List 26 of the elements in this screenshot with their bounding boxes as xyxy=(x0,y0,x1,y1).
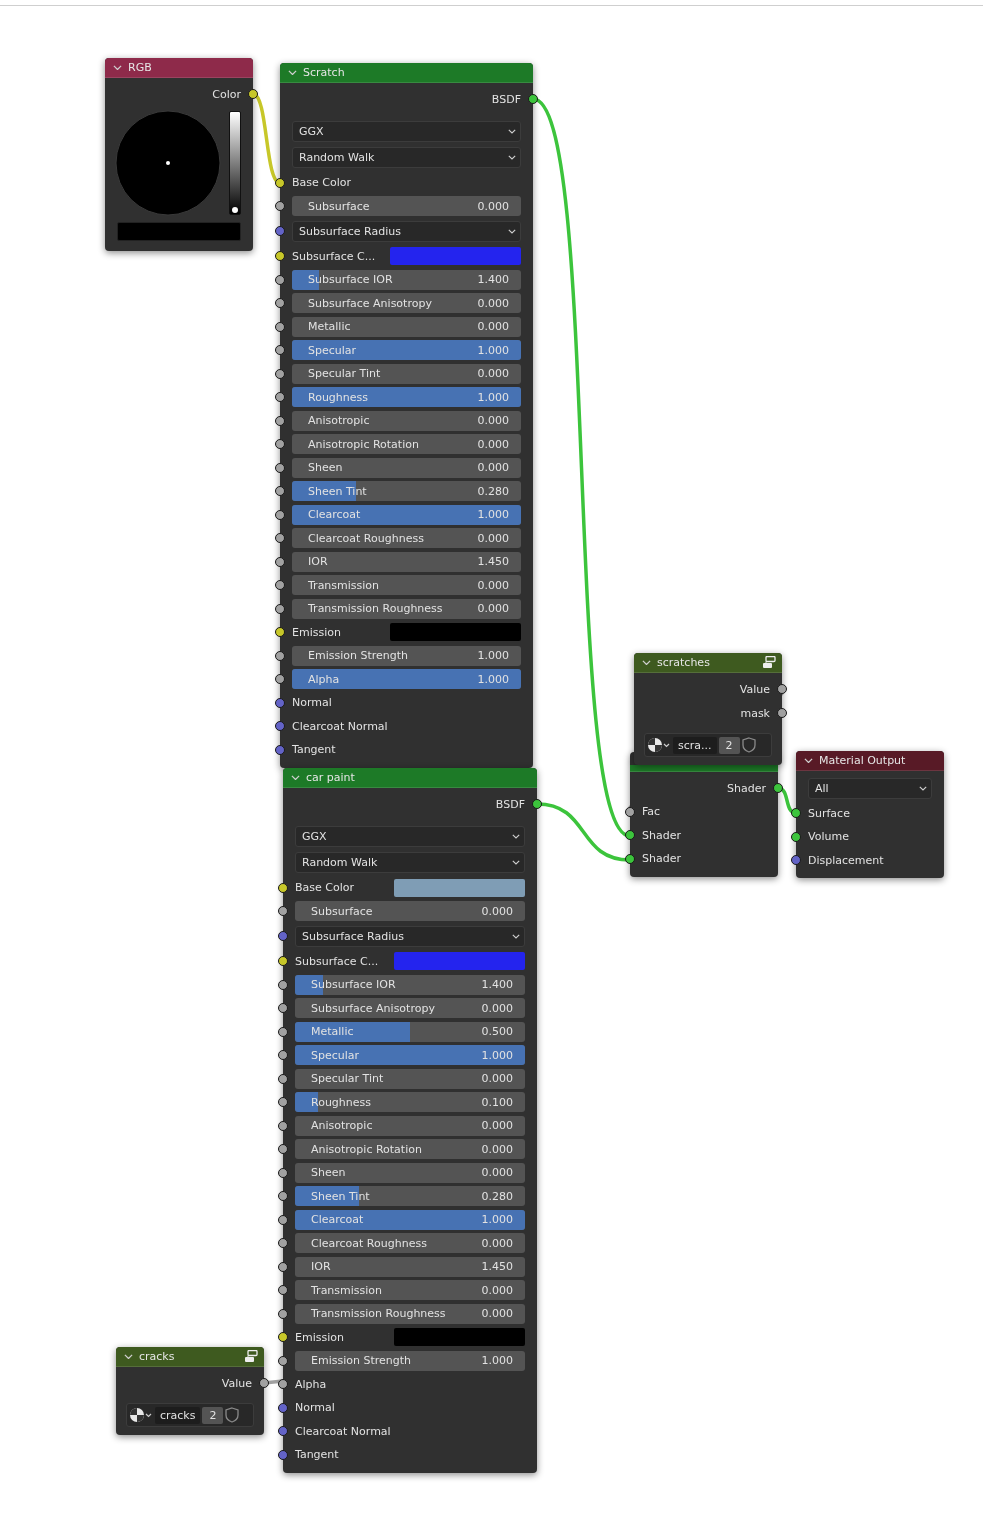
socket-label: Color xyxy=(212,87,241,101)
socket-label: Shader xyxy=(727,781,766,795)
socket-label: mask xyxy=(740,706,770,720)
socket-label: Clearcoat Normal xyxy=(292,719,388,733)
socket-label: Base Color xyxy=(292,176,351,190)
socket-label: BSDF xyxy=(495,797,525,811)
socket-label: Displacement xyxy=(808,853,884,867)
socket-label: Fac xyxy=(642,805,661,819)
socket-label: Tangent xyxy=(292,743,336,757)
socket-label: Clearcoat Normal xyxy=(295,1424,391,1438)
socket-label: Tangent xyxy=(295,1448,339,1462)
socket-label: Subsurface C... xyxy=(295,954,379,968)
socket-label: Shader xyxy=(642,852,681,866)
socket-label: Emission xyxy=(292,625,341,639)
socket-label: Value xyxy=(739,682,770,696)
socket-label: Value xyxy=(221,1376,252,1390)
socket-label: Normal xyxy=(295,1401,335,1415)
socket-label: Subsurface C... xyxy=(292,249,376,263)
socket-label: Alpha xyxy=(295,1377,327,1391)
socket-label: Volume xyxy=(808,830,849,844)
socket-label: BSDF xyxy=(491,92,521,106)
socket-label: Shader xyxy=(642,828,681,842)
socket-label: Normal xyxy=(292,696,332,710)
socket-label: Base Color xyxy=(295,881,354,895)
socket-label: Emission xyxy=(295,1330,344,1344)
socket-label: Surface xyxy=(808,806,850,820)
